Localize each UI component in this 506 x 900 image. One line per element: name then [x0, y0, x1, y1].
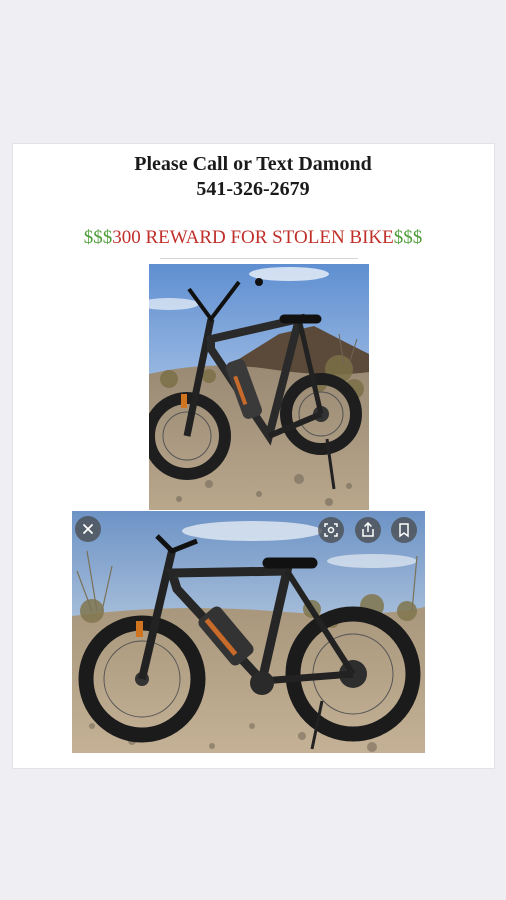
phone-number: 541-326-2679	[196, 178, 310, 200]
bookmark-icon	[399, 522, 409, 537]
bookmark-button[interactable]	[391, 517, 417, 543]
visual-search-button[interactable]	[318, 517, 344, 543]
reward-suffix: $$$	[393, 227, 423, 248]
call-instruction: Please Call or Text Damond	[134, 153, 372, 175]
share-icon	[362, 522, 374, 537]
close-button[interactable]	[75, 516, 101, 542]
visual-search-icon	[324, 523, 338, 537]
share-button[interactable]	[355, 517, 381, 543]
bike-photo-front	[149, 264, 369, 510]
reward-prefix: $$$	[83, 227, 113, 248]
bike-photo-side	[72, 511, 425, 753]
close-icon	[83, 524, 93, 534]
divider	[160, 258, 358, 259]
reward-banner: $$$300 REWARD FOR STOLEN BIKE$$$	[0, 226, 506, 250]
reward-text: 300 REWARD FOR STOLEN BIKE	[112, 227, 394, 248]
